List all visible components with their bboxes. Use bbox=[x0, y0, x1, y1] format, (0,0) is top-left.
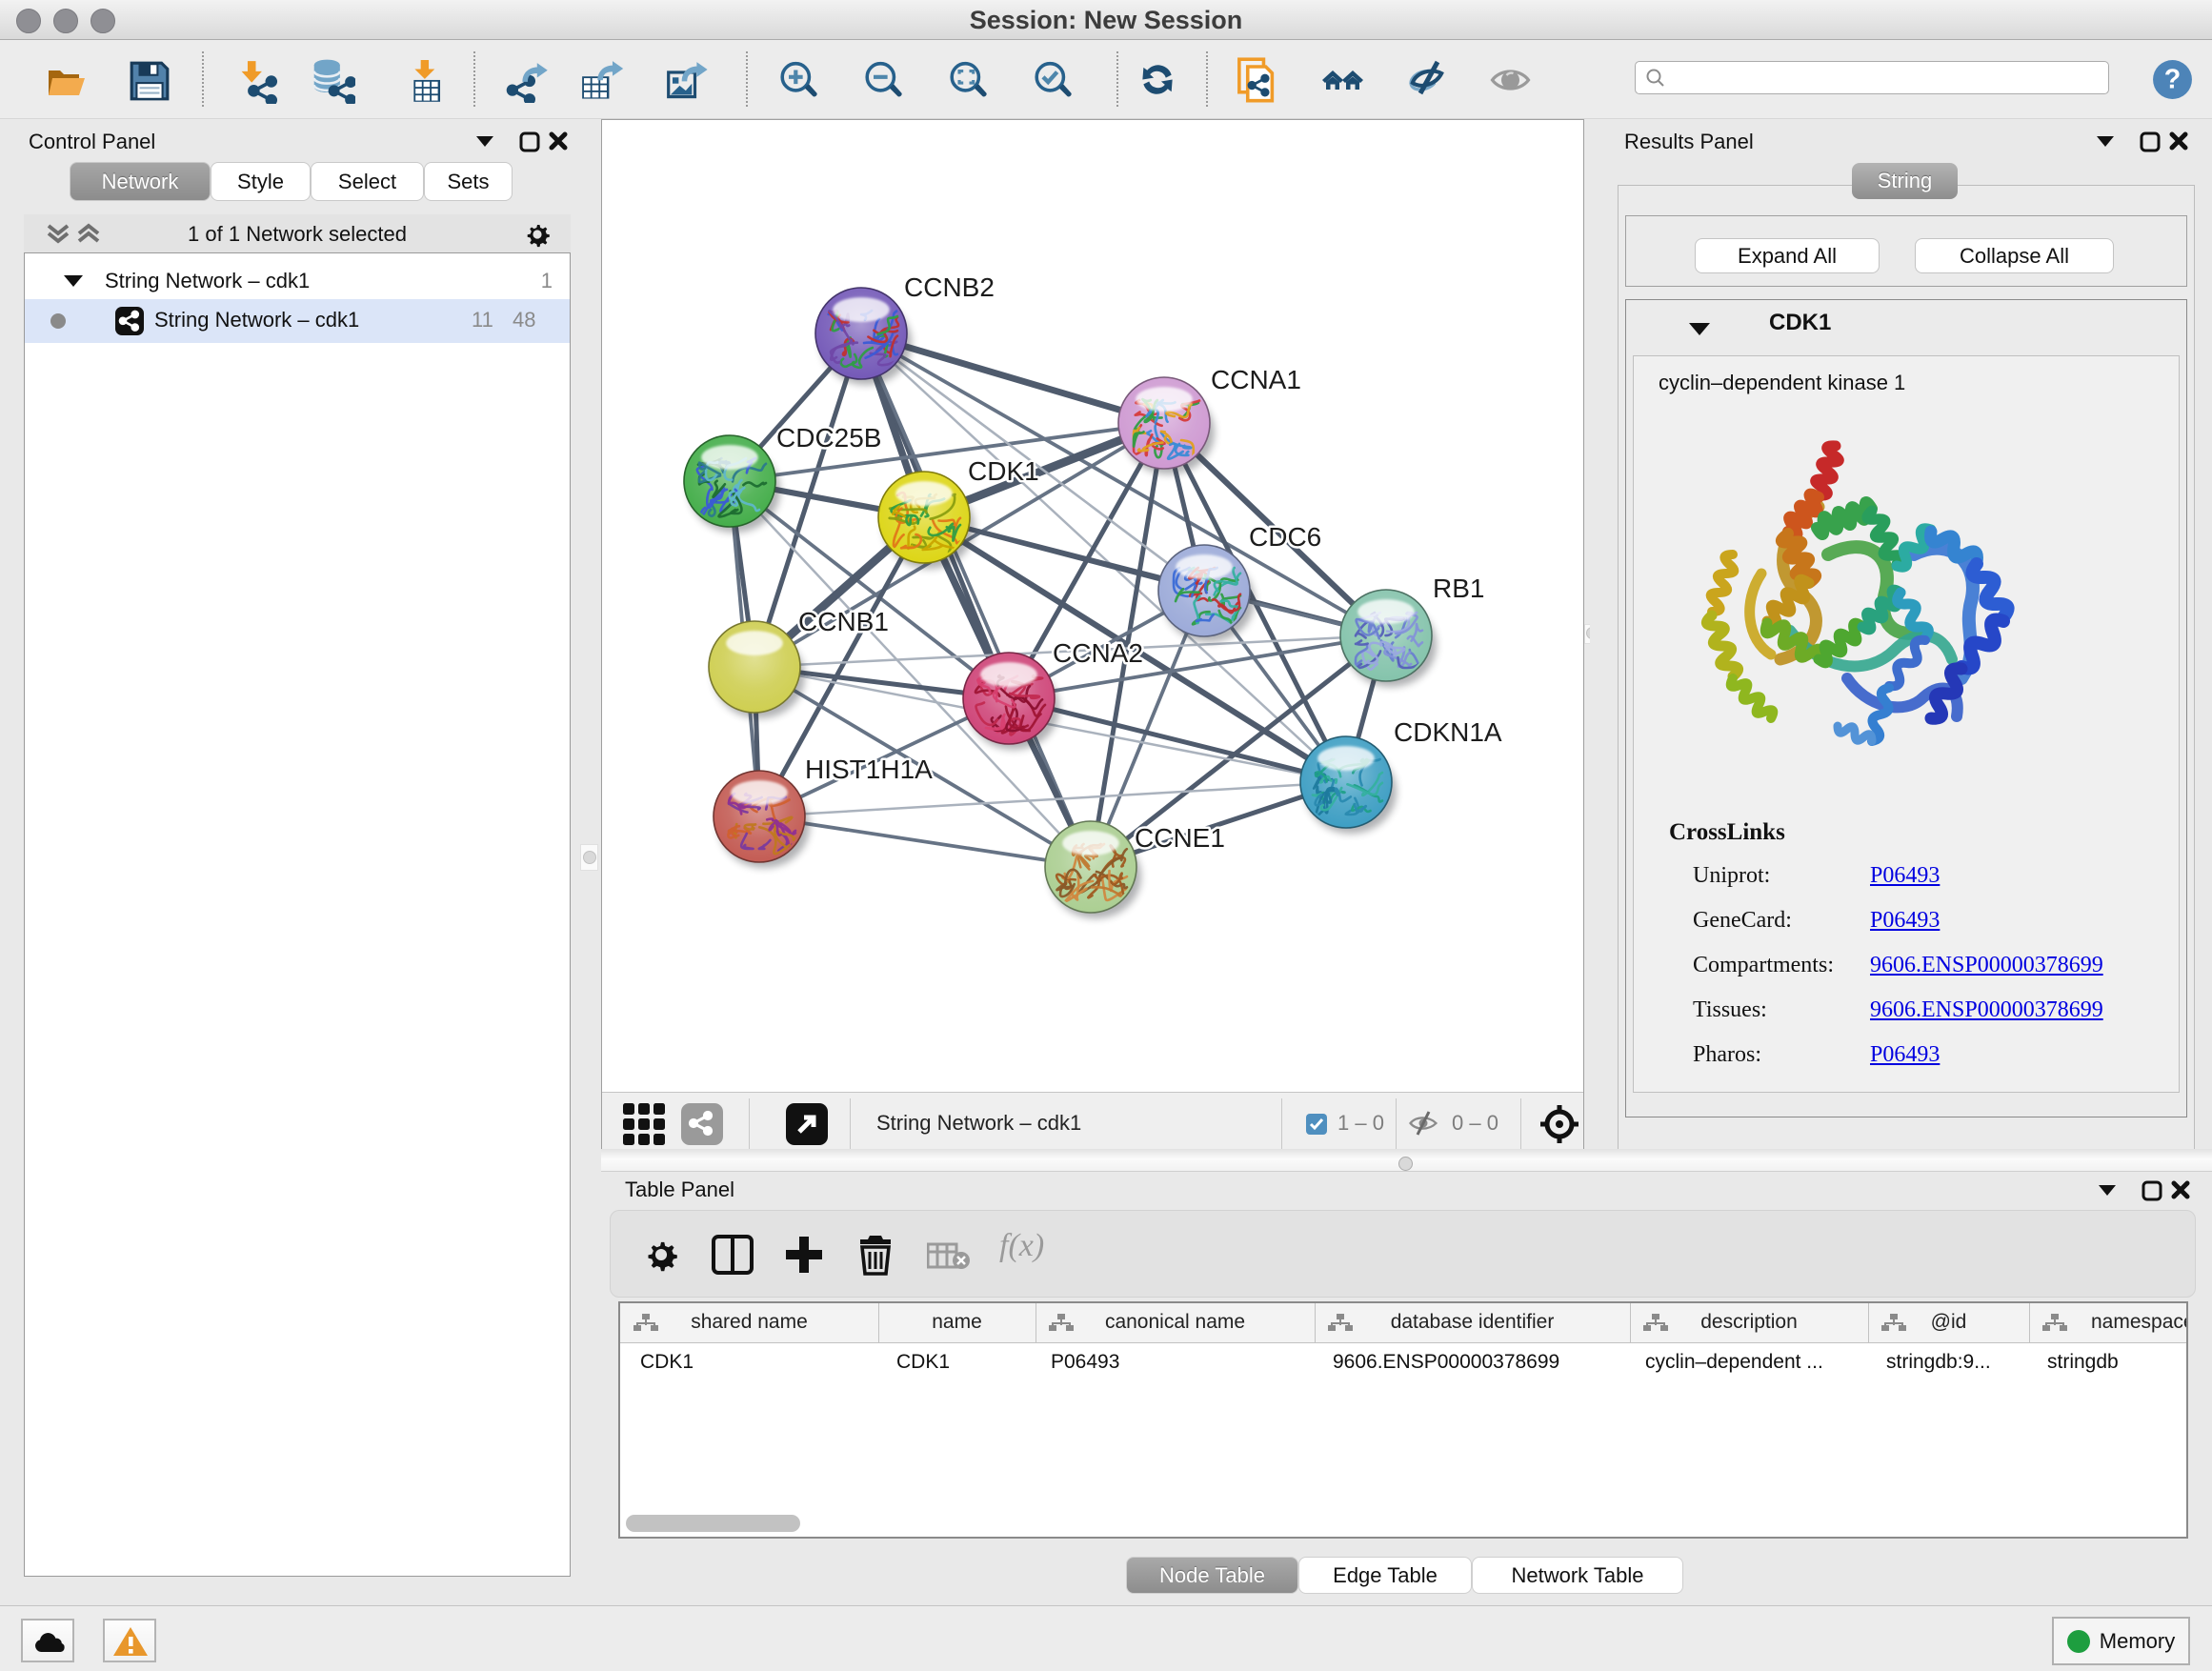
svg-text:CDC6: CDC6 bbox=[1249, 522, 1321, 552]
svg-text:CDK1: CDK1 bbox=[968, 456, 1039, 486]
svg-text:RB1: RB1 bbox=[1433, 574, 1484, 603]
svg-text:?: ? bbox=[2164, 65, 2182, 95]
svg-text:CCNE1: CCNE1 bbox=[1135, 823, 1225, 853]
svg-text:CCNB2: CCNB2 bbox=[904, 272, 995, 302]
svg-text:CCNA1: CCNA1 bbox=[1211, 365, 1301, 394]
svg-text:CCNB1: CCNB1 bbox=[798, 607, 889, 636]
svg-text:CDC25B: CDC25B bbox=[776, 423, 881, 453]
svg-text:CDKN1A: CDKN1A bbox=[1394, 717, 1502, 747]
svg-text:HIST1H1A: HIST1H1A bbox=[805, 755, 933, 784]
svg-text:CCNA2: CCNA2 bbox=[1053, 638, 1143, 668]
